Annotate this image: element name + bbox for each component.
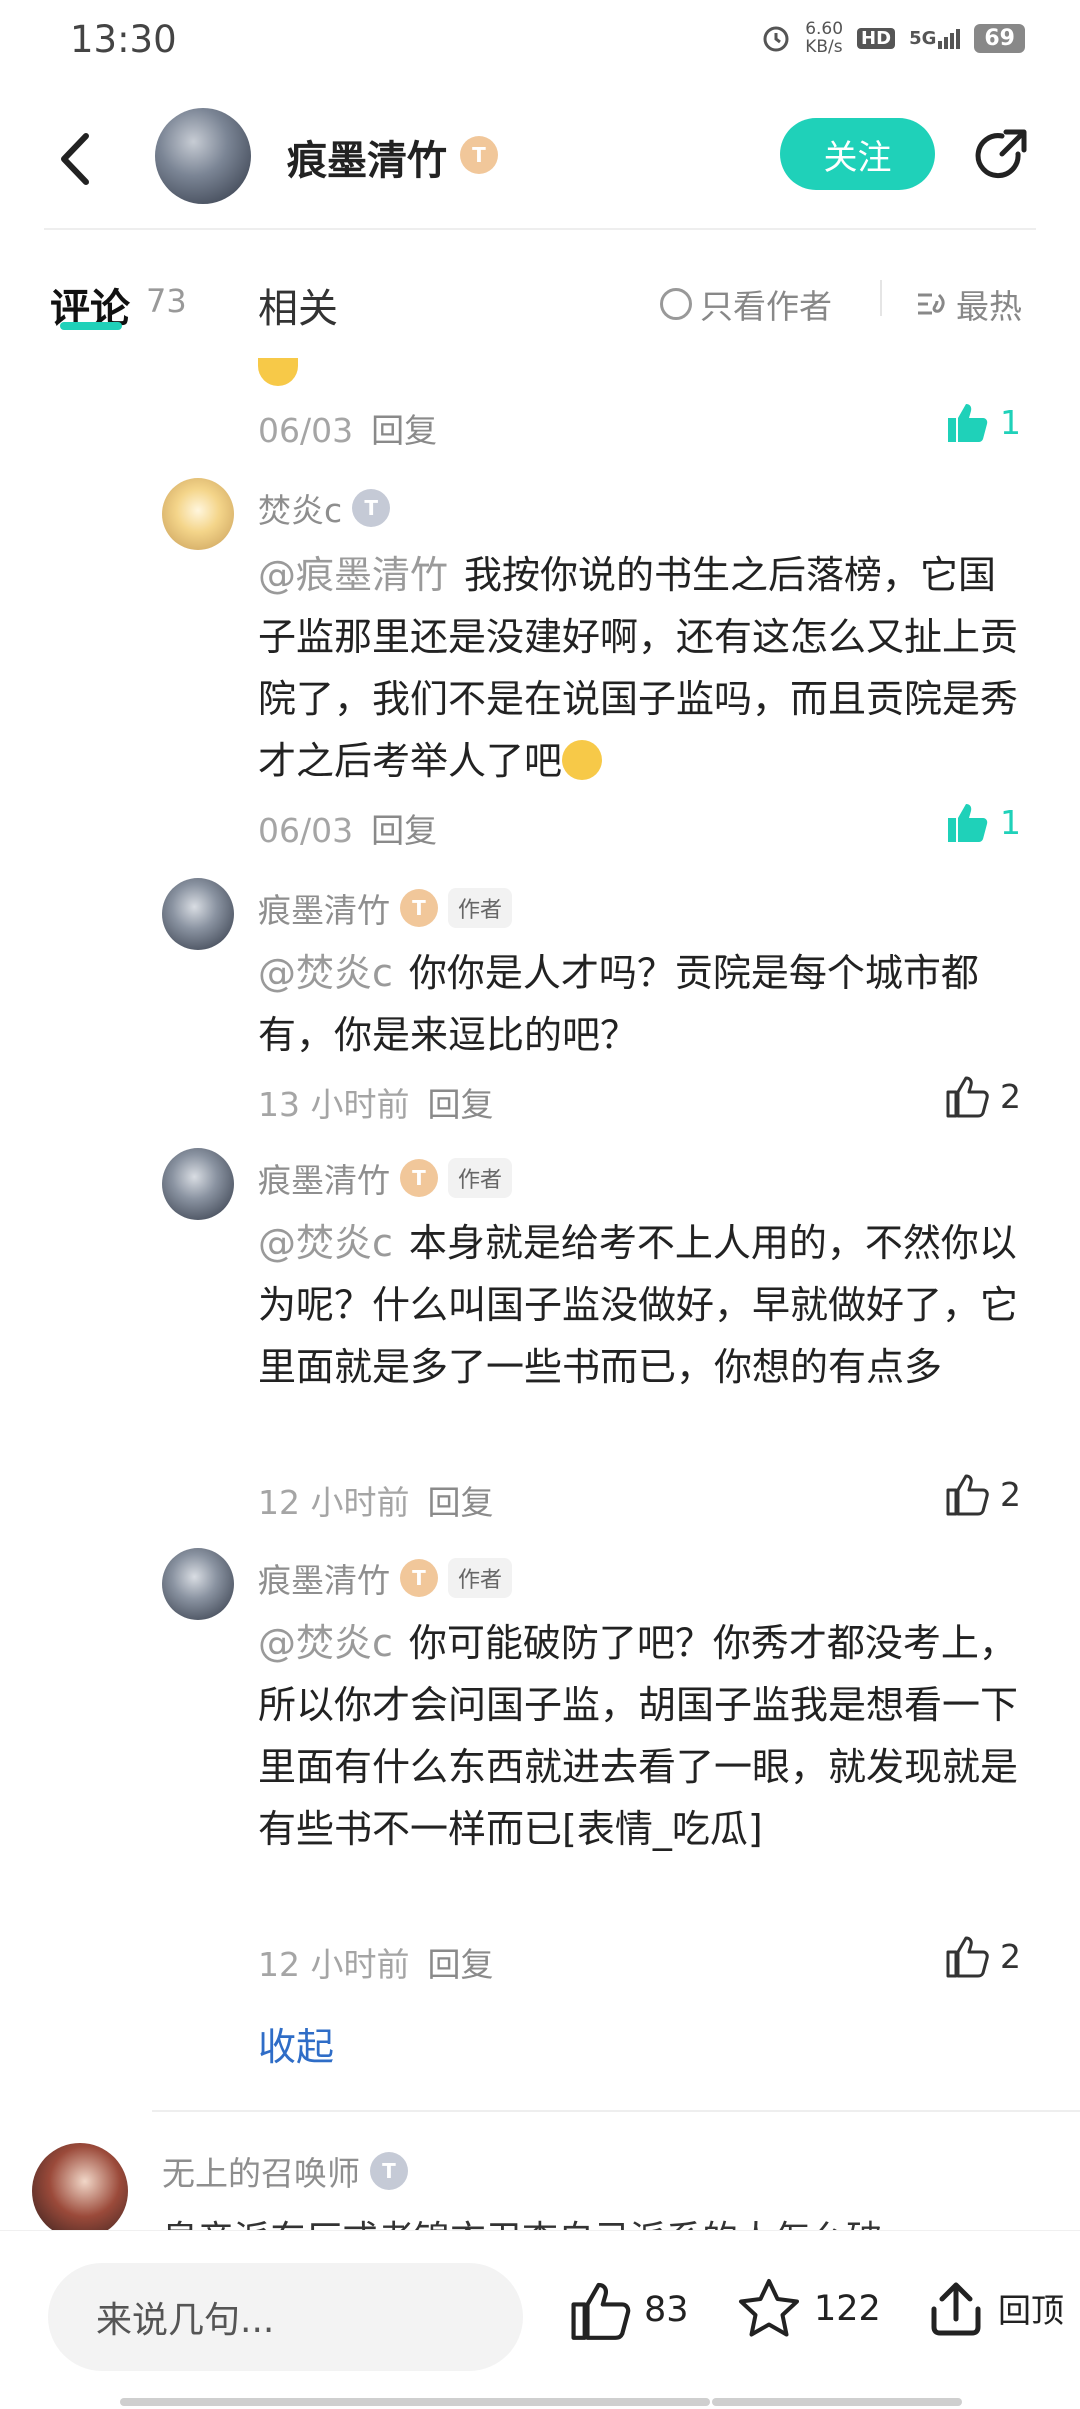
comment-meta: 12 小时前 回复 [258,1483,494,1522]
comment-author: 痕墨清竹 T 作者 [258,1154,513,1202]
share-icon [975,129,1027,179]
upload-top-icon [931,2282,981,2336]
battery-icon: 69 [974,23,1025,53]
alarm-icon [763,26,789,52]
share-button[interactable] [968,124,1032,188]
mention[interactable]: @痕墨清竹 [258,553,448,597]
like-button[interactable]: 2 [944,1472,1021,1516]
post-header: 痕墨清竹 T 关注 [0,88,1080,228]
level-badge: T [400,1159,438,1197]
thumbs-up-icon [946,1936,989,1978]
author-tag: 作者 [448,1158,513,1198]
avatar[interactable] [162,1148,234,1220]
reply-link[interactable]: 回复 [371,411,437,450]
like-button[interactable]: 2 [944,1934,1021,1978]
mention[interactable]: @焚炎c [258,951,393,995]
thumbs-up-icon [948,804,988,842]
header-divider [44,228,1036,230]
author-tag: 作者 [448,888,513,928]
status-icons: 6.60 KB/s HD 5G 69 [761,20,1025,56]
like-post-button[interactable]: 83 [568,2279,689,2341]
comment-tabs: 评论 73 相关 只看作者 最热 [0,250,1080,350]
reply-link[interactable]: 回复 [427,1085,493,1124]
comment-body: @焚炎c 你你是人才吗？贡院是每个城市都有，你是来逗比的吧？ [258,951,979,1057]
author-name[interactable]: 痕墨清竹 [287,128,447,186]
thumbs-up-icon [571,2282,631,2340]
sort-hot-button[interactable]: 最热 [914,280,1022,328]
signal-icon: 5G [909,28,961,49]
comment-author: 焚炎c T [258,484,391,532]
comment-divider [152,2110,1080,2112]
prev-like-button[interactable]: 1 [944,400,1021,444]
bottom-action-bar: 来说几句... 83 122 回顶 [0,2230,1080,2409]
thumbs-up-icon [946,1076,989,1118]
comment-meta: 12 小时前 回复 [258,1945,494,1984]
thumbs-up-icon [948,404,988,442]
level-badge: T [400,889,438,927]
comment-author: 痕墨清竹 T 作者 [258,884,513,932]
net-speed: 6.60 KB/s [805,19,844,57]
prev-comment-meta: 06/03 回复 [258,411,438,450]
tab-separator [880,280,882,316]
tab-related[interactable]: 相关 [258,276,338,334]
reply-link[interactable]: 回复 [371,811,437,850]
tab-underline [60,322,122,330]
reply-link[interactable]: 回复 [427,1483,493,1522]
avatar[interactable] [162,478,234,550]
mention[interactable]: @焚炎c [258,1221,393,1265]
level-badge: T [400,1559,438,1597]
comment-meta: 06/03 回复 [258,811,438,850]
star-icon [739,2279,799,2337]
tab-comments-count: 73 [146,282,187,320]
hd-icon: HD [857,27,896,49]
thumbs-up-icon [946,1474,989,1516]
sweat-smile-emoji [562,740,603,780]
comment-author: 无上的召唤师 T [162,2147,408,2195]
author-avatar[interactable] [155,108,251,204]
collapse-button[interactable]: 收起 [258,2016,334,2071]
avatar[interactable] [162,878,234,950]
comment-input[interactable]: 来说几句... [48,2263,523,2371]
back-to-top-button[interactable]: 回顶 [926,2277,1064,2339]
circle-icon [660,288,692,320]
comment-meta: 13 小时前 回复 [258,1085,494,1124]
author-tag: 作者 [448,1558,513,1598]
reply-link[interactable]: 回复 [427,1945,493,1984]
avatar[interactable] [162,1548,234,1620]
mention[interactable]: @焚炎c [258,1621,393,1665]
level-badge: T [370,2152,408,2190]
back-arrow-icon [61,133,89,185]
next-comment: 无上的召唤师 T 皇帝派东厂或者锦衣卫查自己派系的人怎么破 [0,2135,1080,2235]
partial-emoji [258,358,298,386]
nav-indicator [370,2398,710,2406]
avatar[interactable] [32,2143,128,2235]
back-button[interactable] [48,126,108,192]
sort-fire-icon [918,293,945,315]
comment-body: @焚炎c 你可能破防了吧？你秀才都没考上，所以你才会问国子监，胡国子监我是想看一下… [258,1621,1019,1851]
favorite-button[interactable]: 122 [736,2277,881,2341]
level-badge: T [352,489,391,527]
comment-author: 痕墨清竹 T 作者 [258,1554,513,1602]
nav-indicator [712,2398,962,2406]
like-button[interactable]: 1 [944,800,1021,844]
status-bar: 13:30 6.60 KB/s HD 5G 69 [0,0,1080,80]
level-badge: T [460,136,498,174]
comment-body: @痕墨清竹 我按你说的书生之后落榜，它国子监那里还是没建好啊，还有这怎么又扯上贡院… [258,553,1019,783]
only-author-toggle[interactable]: 只看作者 [660,280,832,328]
like-button[interactable]: 2 [944,1074,1021,1118]
follow-button[interactable]: 关注 [780,118,935,190]
status-time: 13:30 [70,18,177,61]
comment-body: @焚炎c 本身就是给考不上人用的，不然你以为呢？什么叫国子监没做好，早就做好了，它… [258,1221,1019,1389]
